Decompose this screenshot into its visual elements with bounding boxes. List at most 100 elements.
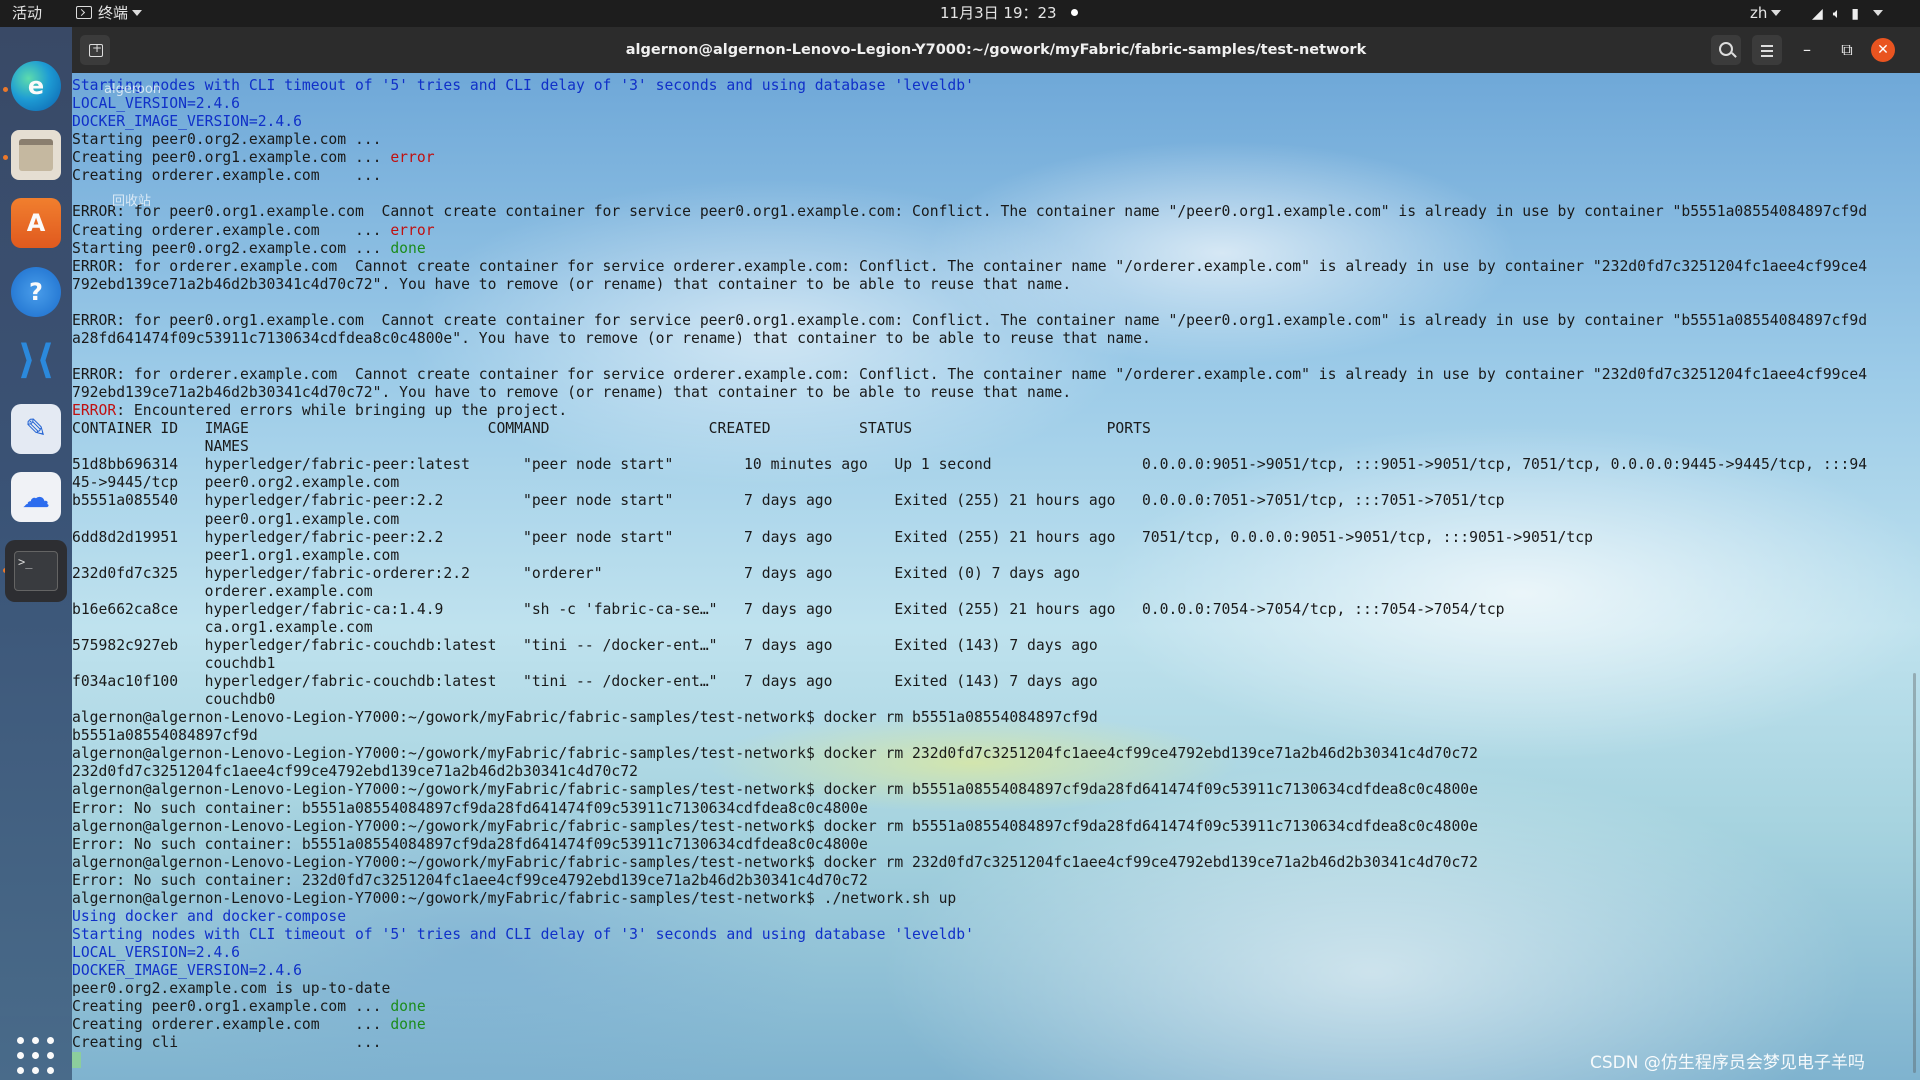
vscode-icon: ⟩⟨ — [17, 337, 55, 383]
input-method-button[interactable]: zh — [1750, 0, 1782, 27]
terminal-line: algernon@algernon-Lenovo-Legion-Y7000:~/… — [72, 854, 1478, 871]
input-method-label: zh — [1750, 4, 1768, 22]
terminal-line: ERROR: for peer0.org1.example.com Cannot… — [72, 203, 1867, 220]
terminal-segment: Error: No such container: 232d0fd7c32512… — [72, 871, 868, 889]
grid-dot — [17, 1037, 24, 1044]
grid-dot — [32, 1052, 39, 1059]
edge-browser-launcher[interactable]: e — [11, 61, 61, 111]
terminal-segment: couchdb1 — [72, 655, 276, 672]
text-editor-launcher[interactable]: ✎ — [11, 404, 61, 454]
minimize-button[interactable]: – — [1792, 35, 1822, 65]
terminal-line: Creating orderer.example.com ... done — [72, 1016, 426, 1033]
vscode-launcher[interactable]: ⟩⟨ — [11, 335, 61, 385]
search-button[interactable] — [1711, 35, 1741, 65]
terminal-segment: Starting peer0.org2.example.com ... — [72, 239, 391, 257]
terminal-line: ERROR: for orderer.example.com Cannot cr… — [72, 258, 1867, 275]
watermark: CSDN @仿生程序员会梦见电子羊吗 — [1590, 1053, 1865, 1073]
show-applications-button[interactable] — [17, 1037, 55, 1075]
grid-dot — [17, 1067, 24, 1074]
terminal-window: algernon@algernon-Lenovo-Legion-Y7000:~/… — [72, 27, 1920, 1080]
window-title: algernon@algernon-Lenovo-Legion-Y7000:~/… — [625, 42, 1367, 58]
help-launcher[interactable]: ? — [11, 267, 61, 317]
terminal-line: 45->9445/tcp peer0.org2.example.com — [72, 474, 399, 491]
search-icon — [1719, 42, 1733, 56]
running-indicator — [3, 87, 8, 92]
terminal-segment: algernon@algernon-Lenovo-Legion-Y7000:~/… — [72, 817, 1478, 835]
system-tray[interactable]: ◢ 🔈︎ ▮ — [1812, 0, 1883, 27]
terminal-segment: peer0.org1.example.com — [72, 510, 400, 528]
terminal-segment: algernon@algernon-Lenovo-Legion-Y7000:~/… — [72, 781, 1478, 799]
grid-dot — [47, 1037, 54, 1044]
terminal-segment: Creating orderer.example.com ... — [72, 1016, 391, 1034]
terminal-line: LOCAL_VERSION=2.4.6 — [72, 944, 240, 961]
clock-button[interactable]: 11月3日 19：23 — [940, 0, 1078, 27]
grid-dot — [17, 1052, 24, 1059]
terminal-segment: LOCAL_VERSION=2.4.6 — [72, 944, 241, 961]
terminal-segment: 45->9445/tcp peer0.org2.example.com — [72, 474, 400, 492]
shopping-bag-icon: A — [26, 209, 46, 237]
terminal-line: a28fd641474f09c53911c7130634cdfdea8c0c48… — [72, 330, 1151, 347]
app-menu-label: 终端 — [98, 4, 129, 22]
terminal-line: DOCKER_IMAGE_VERSION=2.4.6 — [72, 962, 302, 979]
top-bar: 活动 终端 11月3日 19：23 zh ◢ 🔈︎ ▮ — [0, 0, 1920, 27]
terminal-segment: Error: No such container: b5551a08554084… — [72, 799, 868, 817]
notification-dot-icon — [1070, 9, 1078, 16]
pencil-icon: ✎ — [25, 414, 47, 444]
terminal-segment: 6dd8d2d19951 hyperledger/fabric-peer:2.2… — [72, 528, 1593, 546]
grid-dot — [47, 1067, 54, 1074]
software-center-launcher[interactable]: A — [11, 198, 61, 248]
window-titlebar[interactable]: algernon@algernon-Lenovo-Legion-Y7000:~/… — [72, 27, 1920, 73]
terminal-segment: Starting nodes with CLI timeout of '5' t… — [72, 77, 974, 94]
terminal-segment: done — [390, 1016, 426, 1034]
terminal-line: algernon@algernon-Lenovo-Legion-Y7000:~/… — [72, 781, 1478, 798]
app-menu-button[interactable]: 终端 — [76, 0, 143, 27]
terminal-text[interactable]: Starting nodes with CLI timeout of '5' t… — [72, 77, 1867, 1070]
terminal-line: ca.org1.example.com — [72, 619, 373, 636]
chevron-down-icon — [132, 10, 143, 16]
menu-button[interactable] — [1752, 35, 1782, 65]
terminal-output[interactable]: Starting nodes with CLI timeout of '5' t… — [72, 73, 1920, 1080]
terminal-launcher[interactable]: >_ — [5, 540, 67, 602]
files-launcher[interactable] — [11, 130, 61, 180]
terminal-segment: CONTAINER ID IMAGE COMMAND CREATED STATU… — [72, 420, 1151, 438]
terminal-segment: 51d8bb696314 hyperledger/fabric-peer:lat… — [72, 456, 1868, 474]
scrollbar[interactable] — [1913, 673, 1916, 1073]
baidu-netdisk-launcher[interactable]: ☁ — [11, 472, 61, 522]
terminal-segment: b5551a085540 hyperledger/fabric-peer:2.2… — [72, 492, 1505, 510]
activities-button[interactable]: 活动 — [12, 0, 42, 27]
dock: e A ? ⟩⟨ ✎ ☁ >_ — [0, 27, 72, 1080]
terminal-line: 792ebd139ce71a2b46d2b30341c4d70c72". You… — [72, 276, 1071, 293]
terminal-segment: ERROR: for peer0.org1.example.com Cannot… — [72, 203, 1868, 221]
terminal-line: peer0.org1.example.com — [72, 510, 400, 528]
terminal-segment: Creating cli ... — [72, 1034, 382, 1052]
trash-label: 回收站 — [112, 194, 152, 209]
terminal-segment: algernon@algernon-Lenovo-Legion-Y7000:~/… — [72, 745, 1478, 763]
terminal-small-icon — [76, 6, 92, 19]
terminal-segment: Creating orderer.example.com ... — [72, 221, 391, 239]
terminal-segment: 792ebd139ce71a2b46d2b30341c4d70c72". You… — [72, 275, 1072, 293]
terminal-line: algernon@algernon-Lenovo-Legion-Y7000:~/… — [72, 709, 1098, 726]
chevron-down-icon — [1872, 10, 1883, 16]
terminal-segment: f034ac10f100 hyperledger/fabric-couchdb:… — [72, 673, 1098, 691]
terminal-segment: DOCKER_IMAGE_VERSION=2.4.6 — [72, 962, 302, 980]
close-button[interactable]: ✕ — [1871, 38, 1895, 62]
terminal-segment: Creating peer0.org1.example.com ... — [72, 998, 391, 1016]
terminal-segment: peer0.org2.example.com is up-to-date — [72, 980, 391, 998]
terminal-line: ERROR: Encountered errors while bringing… — [72, 402, 567, 419]
minimize-icon: – — [1803, 40, 1811, 59]
chevron-down-icon — [1771, 10, 1782, 16]
terminal-line: algernon@algernon-Lenovo-Legion-Y7000:~/… — [72, 818, 1478, 835]
terminal-line: ERROR: for peer0.org1.example.com Cannot… — [72, 312, 1867, 329]
cloud-icon: ☁ — [22, 480, 50, 514]
hamburger-icon — [1761, 55, 1773, 57]
terminal-segment: 232d0fd7c325 hyperledger/fabric-orderer:… — [72, 564, 1081, 582]
close-icon: ✕ — [1877, 42, 1889, 58]
restore-button[interactable]: ⧉ — [1832, 35, 1862, 65]
terminal-line: f034ac10f100 hyperledger/fabric-couchdb:… — [72, 673, 1098, 690]
terminal-line: DOCKER_IMAGE_VERSION=2.4.6 — [72, 113, 302, 130]
terminal-line: Starting nodes with CLI timeout of '5' t… — [72, 926, 974, 943]
clock-label: 11月3日 19：23 — [940, 4, 1057, 22]
running-indicator — [3, 155, 8, 160]
terminal-segment: ERROR — [72, 402, 117, 420]
terminal-line: couchdb0 — [72, 691, 276, 708]
